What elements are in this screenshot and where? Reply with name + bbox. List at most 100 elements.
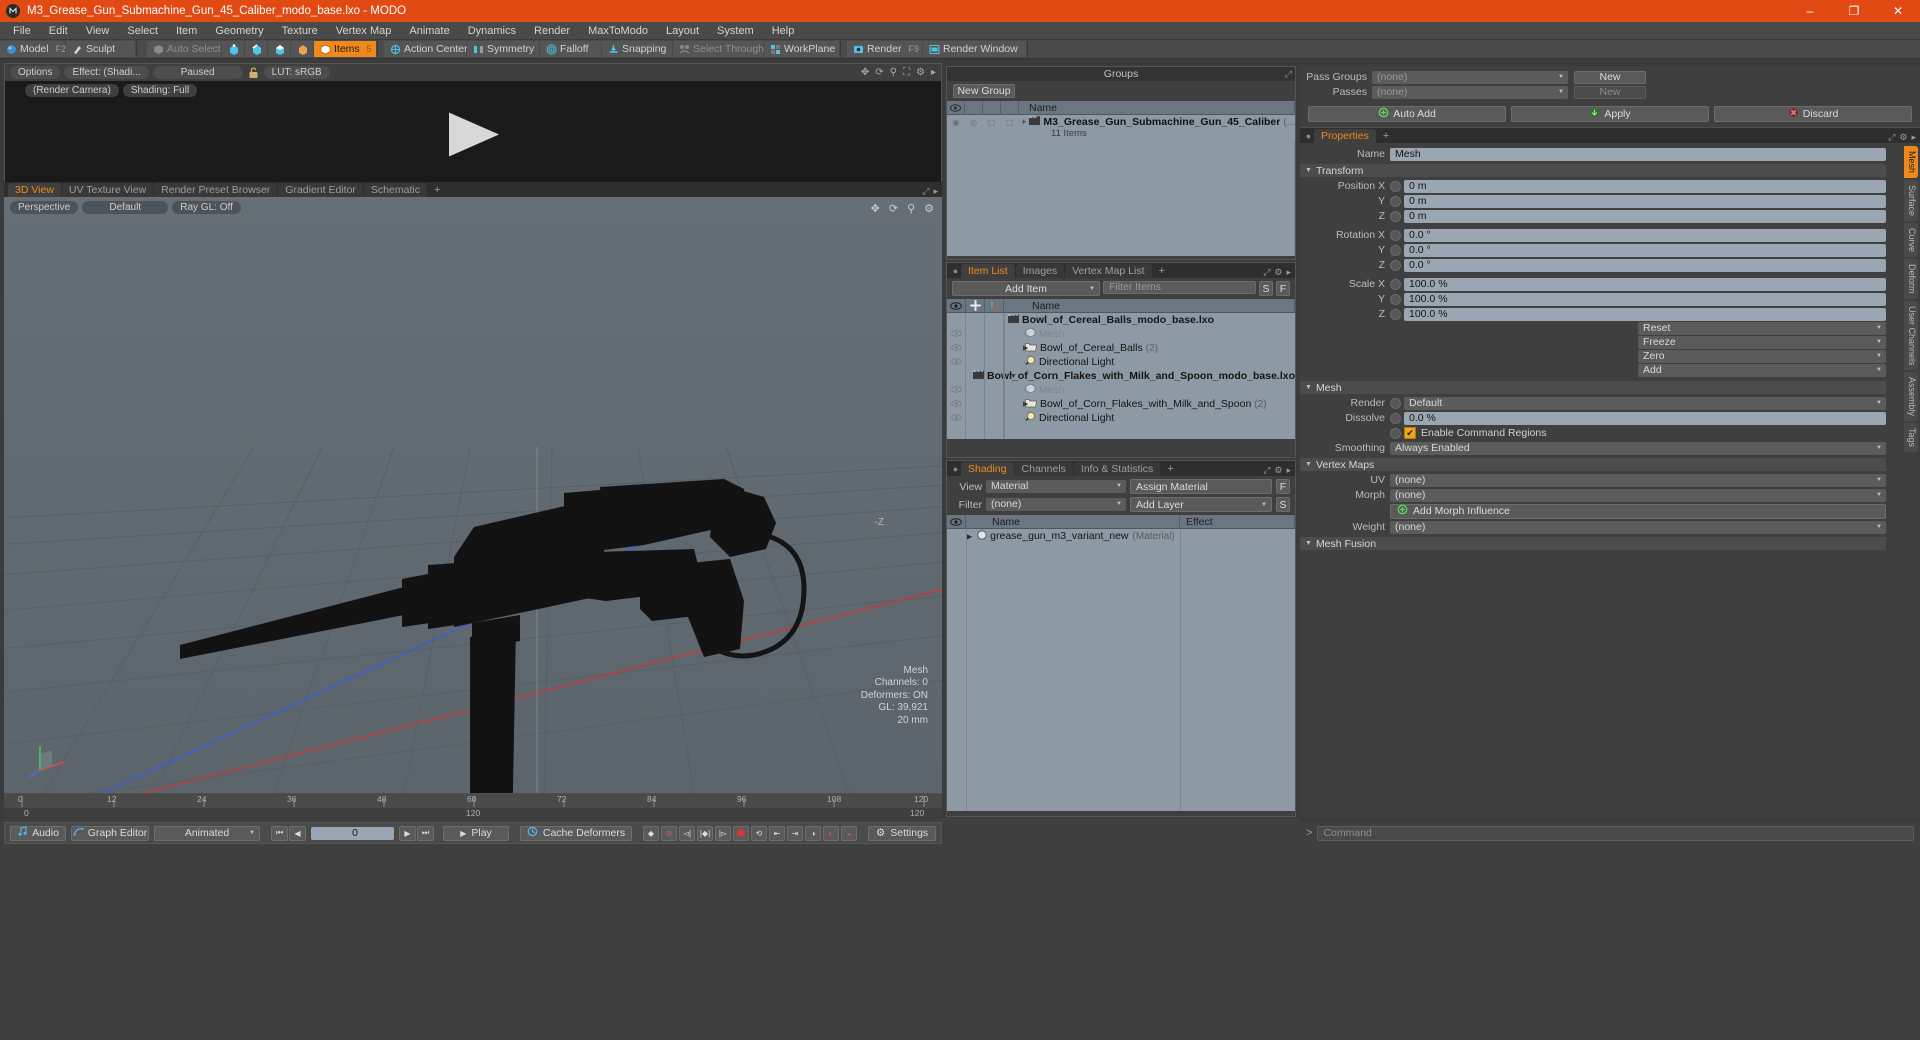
add-viewport-tab-button[interactable]: +	[428, 183, 446, 197]
workplane-button[interactable]: WorkPlane	[764, 41, 840, 57]
ghost-right-icon[interactable]: ◒	[841, 825, 857, 841]
rail-tab-user-channels[interactable]: User Channels	[1904, 300, 1918, 371]
filter-s-button[interactable]: S	[1259, 281, 1273, 296]
transform-field-knob[interactable]	[1390, 308, 1401, 320]
auto-add-button[interactable]: Auto Add	[1308, 106, 1506, 122]
uv-dropdown[interactable]: (none)	[1390, 473, 1886, 487]
group-row-eye-icon[interactable]: ◉	[947, 118, 965, 127]
filter-items-input[interactable]: Filter Items	[1103, 281, 1256, 294]
skip-end-icon[interactable]: ⏭	[417, 825, 434, 841]
maximize-properties-icon[interactable]: ⤢	[1888, 132, 1895, 143]
maximize-button[interactable]: ❐	[1832, 0, 1876, 22]
shading-list-body[interactable]: ▶ grease_gun_m3_variant_new (Material)	[947, 529, 1295, 811]
item-axis-column-icon[interactable]	[985, 298, 1004, 313]
vertices-mode-button[interactable]	[222, 41, 245, 57]
transform-field-knob[interactable]	[1390, 293, 1401, 305]
menu-render[interactable]: Render	[525, 22, 579, 40]
enable-command-regions-knob[interactable]	[1390, 427, 1401, 439]
item-list-menu-icon[interactable]: ▸	[1286, 267, 1291, 278]
transform-field-knob[interactable]	[1390, 278, 1401, 290]
properties-menu-icon[interactable]: ▸	[1911, 132, 1916, 143]
transform-field-knob[interactable]	[1390, 180, 1401, 192]
render-window-button[interactable]: Render Window	[923, 41, 1027, 57]
transform-field-input[interactable]: 0.0 °	[1404, 258, 1886, 272]
viewport-ruler[interactable]: 0 12 24 36 48 60 72 84 96 108 120 0 120 …	[4, 793, 942, 818]
graph-editor-button[interactable]: Graph Editor	[71, 825, 149, 841]
groups-panel-expand-icon[interactable]: ⤢	[1285, 69, 1292, 80]
item-list-body[interactable]: ▼ Bowl_of_Cereal_Balls_modo_base.lxo ▪ Mesh…	[947, 313, 1295, 439]
pass-groups-dropdown[interactable]: (none)	[1372, 70, 1568, 84]
tab-images[interactable]: Images	[1015, 264, 1065, 278]
dissolve-input[interactable]: 0.0 %	[1404, 411, 1886, 425]
tab-shading[interactable]: Shading	[961, 462, 1014, 476]
gear-icon[interactable]: ⚙	[924, 202, 934, 215]
command-input[interactable]: Command	[1317, 825, 1914, 841]
render-button[interactable]: Render F9	[847, 41, 923, 57]
add-layer-s-button[interactable]: S	[1276, 497, 1290, 512]
falloff-button[interactable]: Falloff	[540, 41, 602, 57]
row-expand-icon[interactable]: ▼	[1010, 317, 1017, 324]
menu-vertex-map[interactable]: Vertex Map	[327, 22, 401, 40]
transform-field-input[interactable]: 0 m	[1404, 179, 1886, 193]
rail-tab-tags[interactable]: Tags	[1904, 423, 1918, 453]
groups-eye-column-icon[interactable]	[947, 100, 965, 115]
item-eye-column-icon[interactable]	[947, 298, 966, 313]
menu-dynamics[interactable]: Dynamics	[459, 22, 525, 40]
preview-shading-chip[interactable]: Shading: Full	[122, 84, 198, 97]
discard-button[interactable]: Discard	[1714, 106, 1912, 122]
polygons-mode-button[interactable]	[268, 41, 291, 57]
transform-field-knob[interactable]	[1390, 195, 1401, 207]
skip-start-icon[interactable]: ⏮	[271, 825, 288, 841]
ghost-mid-icon[interactable]: ◐	[823, 825, 839, 841]
shading-eye-column-icon[interactable]	[947, 514, 966, 529]
refresh-icon[interactable]: ⟳	[875, 67, 883, 78]
transform-field-knob[interactable]	[1390, 244, 1401, 256]
transform-action-add[interactable]: Add	[1638, 364, 1886, 377]
name-input[interactable]: Mesh	[1390, 147, 1886, 161]
play-button[interactable]: ▶ Play	[443, 825, 509, 841]
settings-button[interactable]: ⚙ Settings	[868, 825, 936, 841]
move-icon[interactable]: ✥	[871, 202, 880, 215]
group-row-col2-icon[interactable]: ◎	[965, 118, 983, 127]
transform-field-input[interactable]: 100.0 %	[1404, 277, 1886, 291]
item-list-gear-icon[interactable]: ⚙	[1274, 267, 1282, 278]
items-mode-button[interactable]: Items 5	[314, 41, 377, 57]
key-icon[interactable]: ◆	[643, 825, 659, 841]
tab-info-statistics[interactable]: Info & Statistics	[1073, 462, 1161, 476]
preview-paused-button[interactable]: Paused	[152, 66, 243, 79]
shading-dot-icon[interactable]: ●	[951, 461, 960, 476]
new-group-button[interactable]: New Group	[953, 84, 1015, 98]
item-name-column[interactable]: Name	[1004, 298, 1295, 313]
materials-mode-button[interactable]	[291, 41, 314, 57]
dissolve-knob[interactable]	[1390, 412, 1401, 424]
zoom-icon[interactable]: ⚲	[907, 202, 915, 215]
rail-tab-curve[interactable]: Curve	[1904, 223, 1918, 258]
render-dropdown[interactable]: Default	[1404, 396, 1886, 410]
enable-command-regions-checkbox[interactable]: ✔	[1404, 427, 1416, 439]
anim-icon[interactable]: ⟲	[751, 825, 767, 841]
new-pass-button[interactable]: New	[1574, 85, 1646, 99]
tab-channels[interactable]: Channels	[1014, 462, 1073, 476]
ghost-left-icon[interactable]: ◑	[805, 825, 821, 841]
group-expand-icon[interactable]: +	[1021, 117, 1026, 127]
step-back-icon[interactable]: ◀	[289, 825, 306, 841]
transform-section-header[interactable]: ▼ Transform	[1300, 164, 1886, 177]
morph-dropdown[interactable]: (none)	[1390, 488, 1886, 502]
properties-dot-icon[interactable]: ●	[1304, 128, 1313, 143]
assign-material-f-button[interactable]: F	[1276, 479, 1290, 494]
transform-action-freeze[interactable]: Freeze	[1638, 336, 1886, 349]
tab-item-list[interactable]: Item List	[961, 264, 1015, 278]
viewport-raygl-chip[interactable]: Ray GL: Off	[172, 201, 241, 214]
transform-field-input[interactable]: 0 m	[1404, 194, 1886, 208]
render-knob[interactable]	[1390, 397, 1401, 409]
tab-gradient-editor[interactable]: Gradient Editor	[278, 183, 363, 197]
tab-uv-texture-view[interactable]: UV Texture View	[61, 183, 154, 197]
new-pass-group-button[interactable]: New	[1574, 70, 1646, 84]
menu-system[interactable]: System	[708, 22, 763, 40]
mesh-section-header[interactable]: ▼ Mesh	[1300, 381, 1886, 394]
animated-dropdown[interactable]: Animated ▼	[154, 825, 260, 841]
preview-options-button[interactable]: Options	[10, 66, 61, 79]
play-triangle-icon[interactable]	[443, 110, 503, 161]
tab-3d-view[interactable]: 3D View	[8, 183, 61, 197]
transform-action-reset[interactable]: Reset	[1638, 322, 1886, 335]
